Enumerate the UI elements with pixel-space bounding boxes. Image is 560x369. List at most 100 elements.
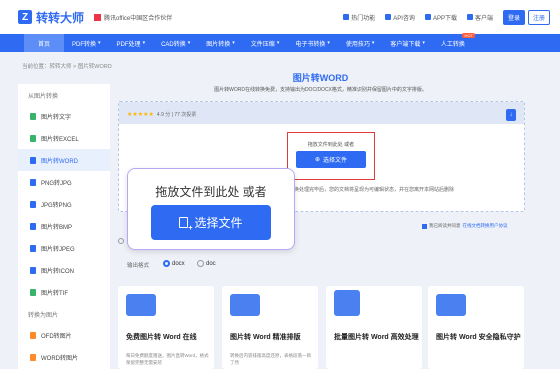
nav-label: 使用技巧 — [345, 41, 370, 48]
drop-hint: 拖放文件到此处 或者 — [307, 142, 355, 148]
format-option-docx[interactable]: docx — [163, 260, 185, 267]
sidebar-item-image-to-excel[interactable]: 图片转EXCEL — [18, 127, 110, 149]
card-illustration — [230, 294, 260, 316]
sidebar-item-word-to-image[interactable]: WORD转图片 — [18, 346, 110, 368]
page-title: 图片转WORD — [292, 73, 349, 83]
nav-manual[interactable]: 人工转换 HOT — [433, 33, 475, 52]
zoom-select-file-label: 选择文件 — [194, 216, 243, 230]
top-link-label: 客户端 — [474, 15, 493, 22]
sidebar-item-image-to-icon[interactable]: 图片转ICON — [18, 259, 110, 281]
file-add-icon: ⊕ — [314, 157, 320, 163]
nav-ebook[interactable]: 电子书转换 ▾ — [287, 34, 338, 52]
nav-label: 人工转换 — [440, 41, 465, 48]
main-nav: 首页 PDF转换 ▾ PDF处理 ▾ CAD转换 ▾ 图片转换 ▾ 文件压缩 ▾ 电子书转… — [0, 33, 560, 52]
sidebar-item-image-to-jpeg[interactable]: 图片转JPEG — [18, 237, 110, 259]
top-link-api[interactable]: API咨询 — [385, 13, 415, 22]
file-icon — [30, 222, 36, 230]
download-icon — [466, 14, 473, 20]
nav-pdf-convert[interactable]: PDF转换 ▾ — [64, 34, 109, 52]
sidebar-item-image-to-bmp[interactable]: 图片转BMP — [18, 215, 110, 237]
card-illustration — [126, 294, 156, 316]
card-title: 免费图片转 Word 在线 — [126, 334, 197, 341]
home-icon — [343, 14, 350, 20]
nav-label: PDF处理 — [116, 41, 141, 48]
nav-home[interactable]: 首页 — [24, 34, 65, 52]
breadcrumb: 当前位置：转转大师 > 图片转WORD — [22, 64, 112, 70]
chevron-down-icon: ▾ — [187, 40, 191, 46]
sidebar-item-label: 图片转EXCEL — [41, 136, 79, 143]
logo-text: 转转大师 — [36, 10, 85, 25]
register-button[interactable]: 注册 — [527, 9, 550, 25]
star-rating-icon: ★★★★★ — [127, 112, 154, 118]
sidebar-item-label: 图片转TIF — [41, 290, 68, 297]
nav-label: 文件压缩 — [250, 41, 275, 48]
sidebar-item-ofd-to-image[interactable]: OFD转图片 — [18, 324, 110, 346]
chevron-down-icon: ▾ — [276, 40, 280, 46]
format-option-doc[interactable]: doc — [197, 260, 216, 267]
feature-card[interactable]: 免费图片转 Word 在线 每日免费额度赠送，图片直转Word，格式保留完整无需… — [118, 286, 214, 369]
nav-client-download[interactable]: 客户端下载 ▾ — [382, 34, 433, 52]
partner-icon — [94, 13, 102, 21]
sidebar-item-label: 图片转ICON — [41, 268, 75, 275]
file-icon — [30, 200, 36, 208]
agreement[interactable]: 我已阅读并同意 在线文档转换用户协议 — [422, 223, 508, 229]
rating-text: 4.9 分 | 77 次投票 — [156, 112, 197, 118]
top-link-app[interactable]: APP下载 — [424, 13, 457, 22]
format-option-label: doc — [206, 260, 216, 267]
top-link-hot[interactable]: 热门功能 — [343, 13, 375, 22]
feature-card[interactable]: 批量图片转 Word 高效处理 — [326, 286, 422, 369]
sidebar: 从图片转换 图片转文字 图片转EXCEL 图片转WORD PNG转JPG JPG… — [18, 84, 110, 369]
partner-text: 腾讯office中国区合作伙伴 — [104, 15, 173, 22]
sidebar-item-jpg-to-png[interactable]: JPG转PNG — [18, 193, 110, 215]
feature-card[interactable]: 图片转 Word 精准排版 转换后内容排版高度还原，表格段落一目了然 — [222, 286, 318, 369]
chevron-down-icon: ▾ — [422, 40, 425, 46]
sidebar-item-png-to-jpg[interactable]: PNG转JPG — [18, 171, 110, 193]
nav-label: 图片转换 — [206, 41, 231, 48]
agree-link[interactable]: 在线文档转换用户协议 — [463, 223, 508, 229]
phone-icon — [424, 14, 431, 20]
nav-label: PDF转换 — [72, 41, 97, 48]
sidebar-item-image-to-tif[interactable]: 图片转TIF — [18, 281, 110, 303]
sidebar-item-label: JPG转PNG — [41, 202, 72, 209]
settings-icon[interactable] — [118, 238, 124, 244]
sidebar-item-label: WORD转图片 — [41, 355, 78, 362]
agree-text: 我已阅读并同意 — [429, 223, 461, 228]
file-upload-icon[interactable]: ↓ — [506, 109, 516, 121]
radio-icon[interactable] — [197, 260, 204, 267]
top-link-client[interactable]: 客户端 — [466, 13, 493, 22]
radio-selected-icon[interactable] — [163, 260, 170, 267]
sidebar-item-image-to-text[interactable]: 图片转文字 — [18, 105, 110, 127]
file-icon — [30, 331, 36, 339]
sidebar-item-label: 图片转文字 — [41, 114, 72, 121]
format-option-label: docx — [172, 260, 185, 267]
top-header: Z 转转大师 腾讯office中国区合作伙伴 热门功能 API咨询 APP下载 … — [0, 0, 560, 34]
api-icon — [385, 14, 392, 20]
sidebar-item-image-to-word[interactable]: 图片转WORD — [18, 149, 110, 171]
nav-pdf-process[interactable]: PDF处理 ▾ — [109, 34, 154, 52]
page-subtitle: 图片转WORD在线转换免费，支持输出为DOC/DOCX格式，精准识别并保留图片中… — [214, 87, 427, 93]
zoom-drop-hint: 拖放文件到此处 或者 — [155, 185, 267, 199]
nav-label: 客户端下载 — [390, 41, 421, 48]
card-illustration — [334, 290, 360, 316]
select-file-button[interactable]: ⊕ 选择文件 — [296, 151, 366, 168]
card-desc: 转换后内容排版高度还原，表格段落一目了然 — [230, 353, 311, 365]
card-title: 批量图片转 Word 高效处理 — [334, 334, 419, 341]
top-link-label: API咨询 — [393, 15, 415, 22]
file-icon — [30, 288, 36, 296]
nav-image[interactable]: 图片转换 ▾ — [198, 34, 243, 52]
highlight-box: 拖放文件到此处 或者 ⊕ 选择文件 — [287, 132, 375, 180]
login-button[interactable]: 登录 — [502, 9, 525, 25]
nav-cad[interactable]: CAD转换 ▾ — [153, 34, 198, 52]
logo[interactable]: Z 转转大师 — [18, 9, 84, 26]
nav-label: 电子书转换 — [295, 41, 326, 48]
nav-compress[interactable]: 文件压缩 ▾ — [243, 34, 288, 52]
zoomed-callout: 拖放文件到此处 或者 选择文件 — [127, 168, 295, 250]
zoom-select-file-button[interactable]: 选择文件 — [151, 205, 271, 240]
top-link-label: APP下载 — [432, 15, 457, 22]
nav-tips[interactable]: 使用技巧 ▾ — [338, 34, 383, 52]
file-add-icon — [179, 217, 192, 232]
card-title: 图片转 Word 精准排版 — [230, 334, 301, 341]
feature-card[interactable]: 图片转 Word 安全隐私守护 — [428, 286, 524, 369]
agree-checkbox[interactable] — [422, 223, 427, 229]
sidebar-item-label: 图片转WORD — [41, 158, 78, 165]
